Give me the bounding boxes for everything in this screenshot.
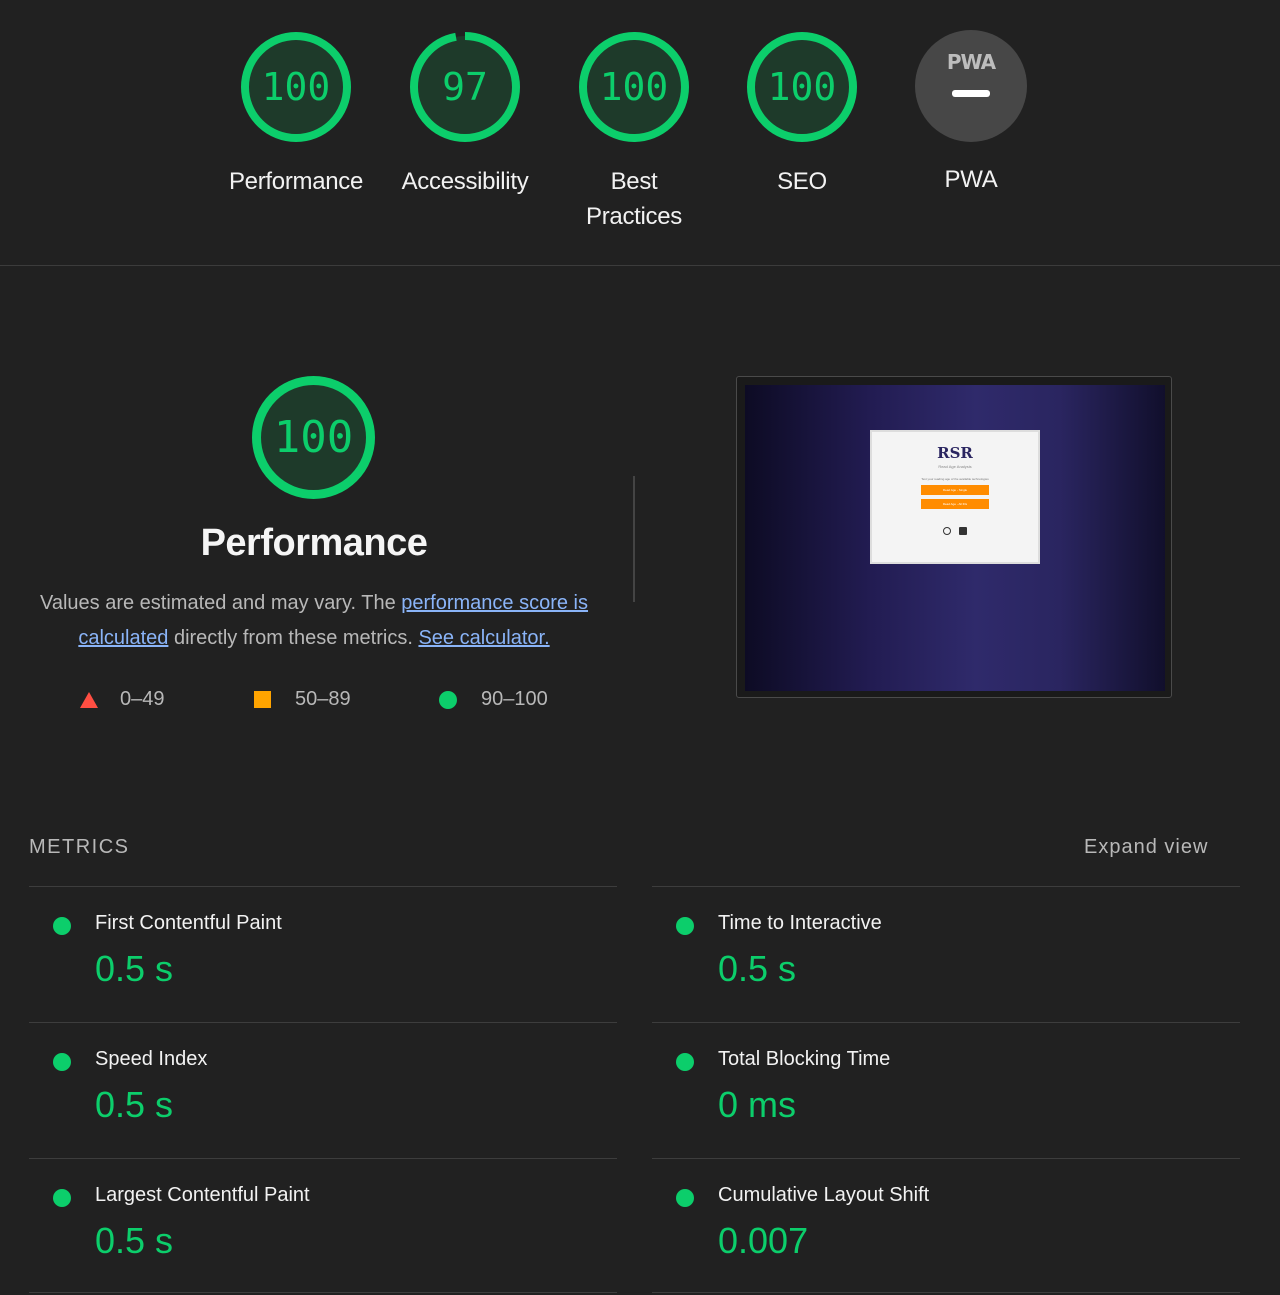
metric-value: 0.5 s	[95, 1220, 174, 1261]
screenshot-card: RSR Read Age Analysis Text your reading …	[870, 430, 1040, 564]
metric-first-contentful-paint: First Contentful Paint 0.5 s	[29, 886, 589, 1006]
performance-score: 100	[273, 412, 354, 463]
metric-value: 0 ms	[718, 1084, 797, 1125]
gauge-label-line2: Practices	[586, 203, 682, 230]
screenshot-icons	[872, 527, 1038, 537]
gauge-seo[interactable]: 100 SEO	[717, 30, 887, 199]
screenshot-button-2: Read Age - All IDs	[921, 499, 989, 509]
see-calculator-link[interactable]: See calculator.	[418, 627, 549, 649]
metric-largest-contentful-paint: Largest Contentful Paint 0.5 s	[29, 1158, 589, 1278]
triangle-icon	[80, 691, 98, 708]
gauge-label: Accessibility	[401, 168, 529, 195]
expand-view-button[interactable]: Expand view	[1084, 836, 1208, 859]
circle-icon	[439, 690, 457, 709]
screenshot-subtitle: Read Age Analysis	[938, 464, 972, 469]
section-divider	[0, 265, 1280, 266]
metric-divider	[652, 1292, 1240, 1293]
pass-circle-icon	[676, 917, 694, 935]
gauge-performance[interactable]: 100 Performance	[211, 30, 381, 199]
pwa-logo-text: PWA	[946, 50, 996, 74]
screenshot-button-1: Read Age - Single	[921, 485, 989, 495]
metrics-heading: METRICS	[29, 836, 130, 858]
gauge-label: PWA	[944, 166, 998, 193]
pass-circle-icon	[53, 917, 71, 935]
metric-name: Total Blocking Time	[718, 1048, 891, 1070]
gauge-label: SEO	[777, 168, 827, 195]
pass-circle-icon	[676, 1189, 694, 1207]
metric-cumulative-layout-shift: Cumulative Layout Shift 0.007	[652, 1158, 1212, 1278]
gauge-label: Performance	[228, 168, 364, 195]
pass-circle-icon	[53, 1053, 71, 1071]
metric-value: 0.007	[718, 1220, 809, 1261]
gauge-label-line1: Best	[610, 168, 658, 195]
gauge-label: Best Practices	[549, 164, 719, 234]
metric-divider	[29, 1292, 617, 1293]
legend-label: 50–89	[295, 688, 351, 710]
category-gauges: 100 Performance 97 Accessibility 100 Bes…	[0, 30, 1280, 240]
legend-pass: 90–100	[439, 686, 548, 712]
square-icon	[254, 691, 271, 709]
gauge-score: 100	[261, 65, 331, 109]
gauge-score: 100	[767, 65, 837, 109]
metric-time-to-interactive: Time to Interactive 0.5 s	[652, 886, 1212, 1006]
description-text: Values are estimated and may vary. The	[39, 592, 402, 614]
pwa-badge: PWA	[915, 30, 1027, 142]
legend-label: 90–100	[481, 688, 548, 710]
metric-name: Largest Contentful Paint	[95, 1184, 310, 1206]
gauge-score: 97	[442, 65, 488, 109]
final-screenshot[interactable]: RSR Read Age Analysis Text your reading …	[736, 376, 1172, 698]
screenshot-image: RSR Read Age Analysis Text your reading …	[745, 385, 1165, 691]
gauge-pwa[interactable]: PWA PWA	[886, 30, 1056, 197]
metric-value: 0.5 s	[95, 948, 174, 989]
pass-circle-icon	[676, 1053, 694, 1071]
metric-name: Time to Interactive	[718, 912, 882, 934]
vertical-divider	[633, 476, 635, 602]
metric-total-blocking-time: Total Blocking Time 0 ms	[652, 1022, 1212, 1142]
github-icon	[943, 527, 951, 535]
score-scale-legend: 0–49 50–89 90–100	[0, 686, 628, 712]
description-text: directly from these metrics.	[168, 627, 419, 649]
metric-value: 0.5 s	[95, 1084, 174, 1125]
gauge-accessibility[interactable]: 97 Accessibility	[380, 30, 550, 199]
gauge-best-practices[interactable]: 100 Best Practices	[549, 30, 719, 234]
metric-name: Cumulative Layout Shift	[718, 1184, 930, 1206]
legend-average: 50–89	[254, 686, 351, 712]
legend-fail: 0–49	[80, 686, 165, 712]
performance-description: Values are estimated and may vary. The p…	[30, 586, 598, 656]
performance-gauge: 100	[250, 374, 377, 501]
performance-title: Performance	[200, 522, 428, 564]
metric-value: 0.5 s	[718, 948, 797, 989]
linkedin-icon	[959, 527, 967, 535]
pwa-dash-icon	[952, 90, 990, 97]
gauge-score: 100	[599, 65, 669, 109]
screenshot-tagline: Text your reading age of the available t…	[921, 477, 989, 481]
metric-name: Speed Index	[95, 1048, 208, 1070]
pass-circle-icon	[53, 1189, 71, 1207]
metric-speed-index: Speed Index 0.5 s	[29, 1022, 589, 1142]
metric-name: First Contentful Paint	[95, 912, 282, 934]
legend-label: 0–49	[120, 688, 165, 710]
screenshot-title: RSR	[937, 444, 973, 462]
